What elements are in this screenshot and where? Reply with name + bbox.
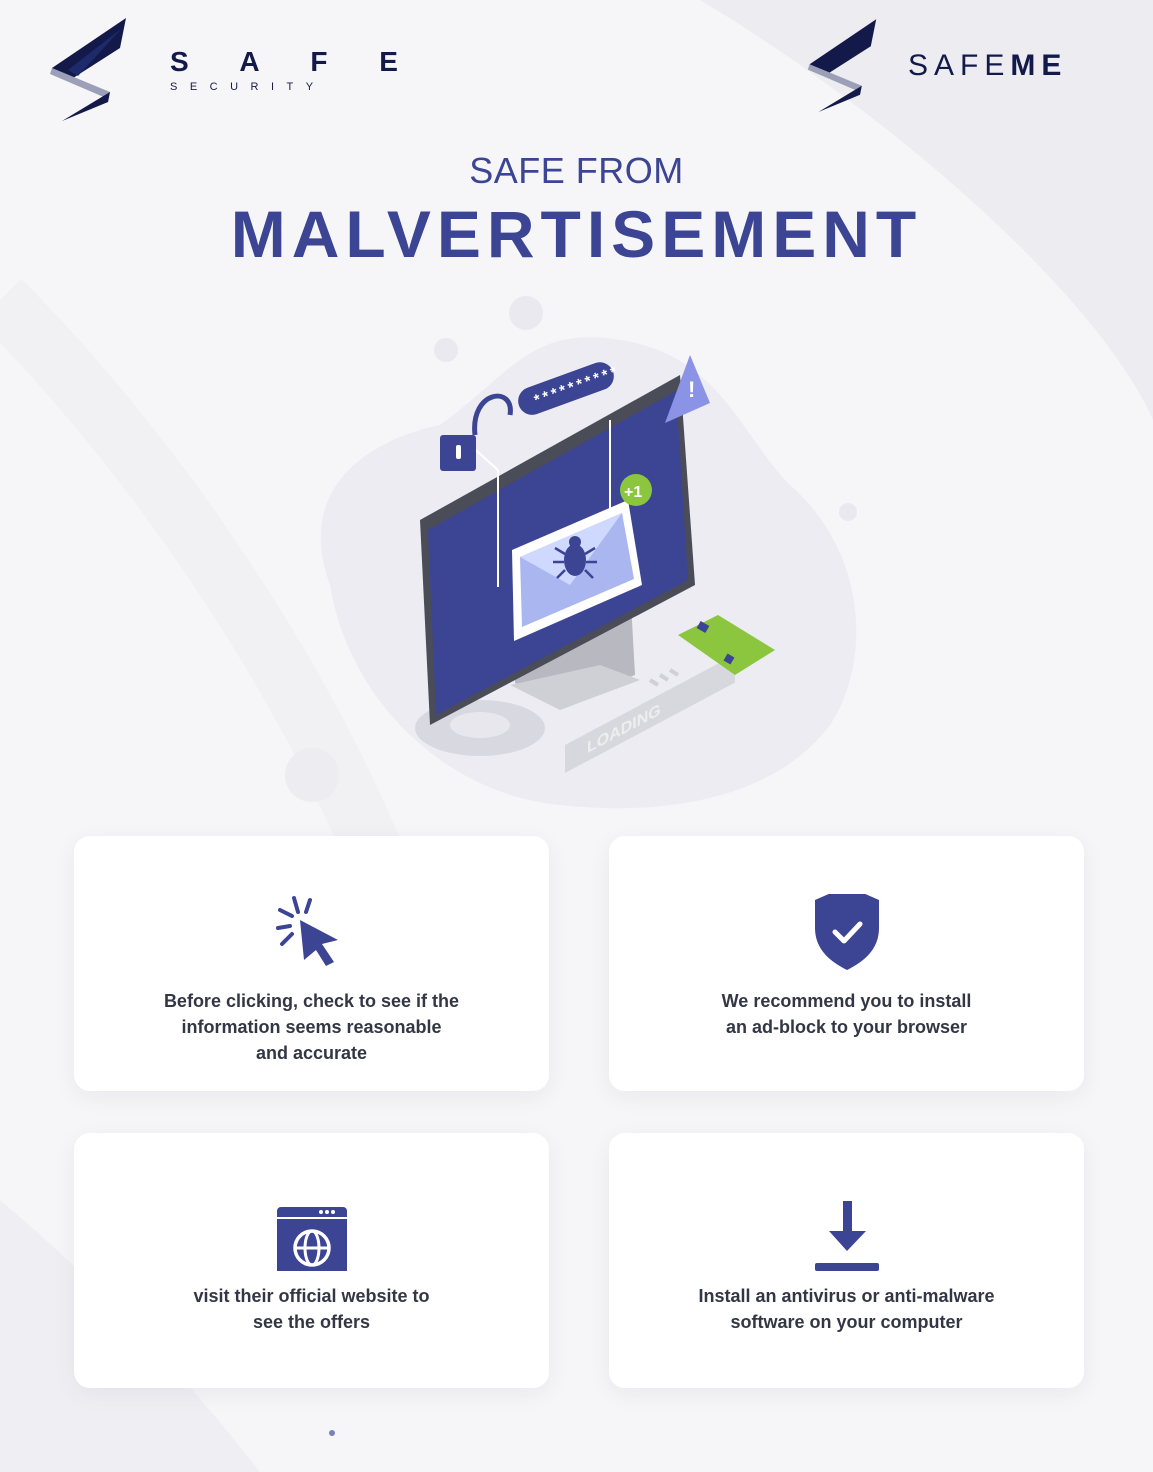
safe-logo-mark-icon <box>50 18 126 121</box>
safeme-name-light: SAFE <box>908 49 1011 82</box>
warning-glyph: ! <box>688 377 695 402</box>
tip-text: Install an antivirus or anti-malware sof… <box>698 1286 995 1332</box>
tip-card-install-adblock: We recommend you to install an ad-block … <box>609 836 1084 1091</box>
malware-monitor-illustration: LOADING +1 ********** ! <box>285 296 857 809</box>
tip-card-install-antivirus: Install an antivirus or anti-malware sof… <box>609 1133 1084 1388</box>
bubble <box>839 503 857 521</box>
browser-globe-icon <box>276 1207 347 1271</box>
shield-check-icon <box>814 894 879 970</box>
page-title: MALVERTISEMENT <box>230 197 923 271</box>
safeme-logo[interactable]: SAFEME <box>806 18 1067 114</box>
decorative-dot <box>329 1430 335 1436</box>
page-subtitle: SAFE FROM <box>469 150 684 191</box>
tip-text: visit their official website to see the … <box>193 1286 430 1332</box>
tip-text: Before clicking, check to see if the inf… <box>163 991 460 1063</box>
cursor-click-icon <box>275 896 338 966</box>
brand-name: S A F E <box>170 46 420 77</box>
safe-security-logo[interactable]: S A F E SECURITY <box>48 18 420 122</box>
bubble <box>285 748 339 802</box>
tip-card-check-before-clicking: Before clicking, check to see if the inf… <box>74 836 549 1091</box>
bubble <box>434 338 458 362</box>
brand-tagline: SECURITY <box>170 81 326 93</box>
bubble <box>509 296 543 330</box>
tip-text: We recommend you to install an ad-block … <box>721 991 972 1037</box>
notification-badge-label: +1 <box>624 484 642 501</box>
tip-card-official-website: visit their official website to see the … <box>74 1133 549 1388</box>
safeme-logo-mark-icon <box>807 19 877 112</box>
safeme-name-bold: ME <box>1010 49 1068 82</box>
download-icon <box>814 1201 879 1271</box>
